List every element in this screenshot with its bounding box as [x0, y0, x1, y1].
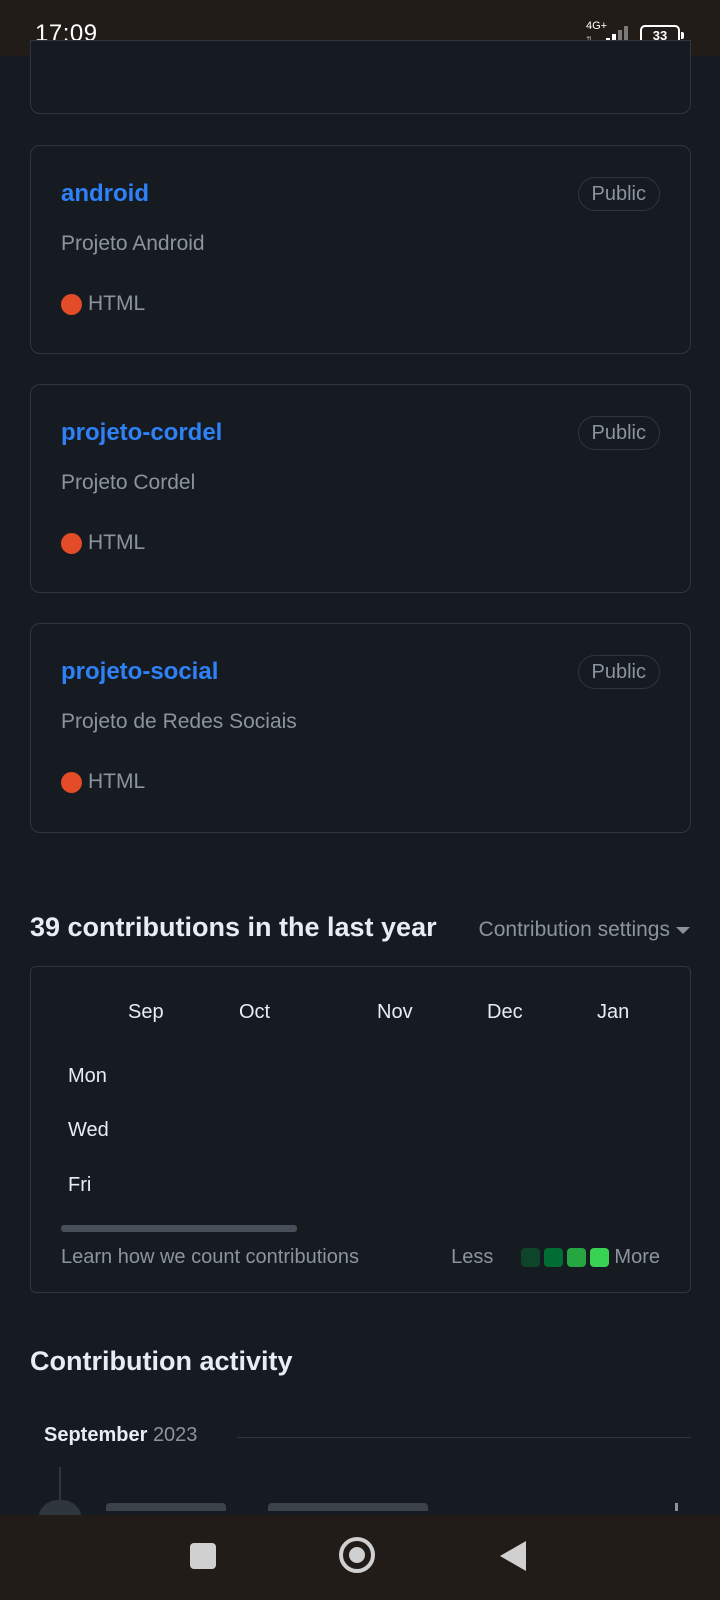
repo-language: HTML	[61, 292, 145, 316]
month-label: Jan	[597, 1001, 630, 1023]
contributions-heading: 39 contributions in the last year	[30, 912, 437, 942]
month-label: Nov	[377, 1001, 413, 1023]
recents-icon[interactable]	[190, 1543, 216, 1569]
day-label: Fri	[68, 1174, 92, 1196]
activity-year: 2023	[152, 1424, 198, 1446]
language-label: HTML	[88, 531, 146, 554]
contribution-graph[interactable]: Sep Oct Nov Dec Jan Mon Wed Fri Learn ho…	[30, 966, 691, 1293]
repo-card[interactable]: projeto-social Public Projeto de Redes S…	[30, 623, 691, 833]
language-color-dot	[61, 532, 82, 554]
visibility-badge: Public	[577, 177, 660, 211]
repo-card-partial[interactable]	[30, 40, 691, 114]
navigation-bar	[0, 1515, 720, 1600]
day-label: Mon	[68, 1065, 107, 1087]
legend-more-label: More	[614, 1246, 660, 1268]
activity-item-text-partial	[268, 1503, 428, 1511]
day-label: Wed	[68, 1119, 109, 1141]
home-icon[interactable]	[339, 1537, 375, 1573]
repo-language: HTML	[61, 531, 145, 555]
repo-card[interactable]: projeto-cordel Public Projeto Cordel HTM…	[30, 384, 691, 593]
month-label: Dec	[487, 1001, 523, 1023]
month-label: Sep	[128, 1001, 164, 1023]
language-color-dot	[61, 293, 82, 315]
repo-card[interactable]: android Public Projeto Android HTML	[30, 145, 691, 354]
kebab-menu-icon[interactable]	[675, 1503, 678, 1511]
month-label: Oct	[239, 1001, 271, 1023]
repo-name-link[interactable]: projeto-cordel	[61, 419, 222, 447]
legend-level-1	[521, 1248, 541, 1267]
learn-contributions-link[interactable]: Learn how we count contributions	[61, 1246, 359, 1269]
contribution-settings-dropdown[interactable]: Contribution settings	[479, 918, 690, 942]
graph-scrollbar[interactable]	[61, 1225, 297, 1232]
activity-month: September	[44, 1424, 148, 1446]
language-label: HTML	[88, 770, 146, 793]
legend-level-2	[544, 1248, 564, 1267]
activity-period: September 2023	[44, 1424, 197, 1447]
legend-level-4	[590, 1248, 610, 1267]
caret-down-icon	[676, 926, 690, 934]
repo-language: HTML	[61, 770, 145, 794]
activity-item-text-partial	[106, 1503, 226, 1511]
activity-heading: Contribution activity	[30, 1346, 293, 1376]
language-label: HTML	[88, 292, 146, 315]
language-color-dot	[61, 771, 82, 793]
period-divider	[237, 1437, 691, 1438]
legend-less-label: Less	[451, 1246, 494, 1268]
contribution-legend: Less More	[451, 1246, 660, 1269]
visibility-badge: Public	[577, 655, 660, 689]
contribution-settings-label: Contribution settings	[478, 918, 670, 941]
repo-name-link[interactable]: projeto-social	[61, 658, 218, 686]
legend-level-3	[567, 1248, 587, 1267]
back-icon[interactable]	[500, 1541, 526, 1571]
repo-description: Projeto de Redes Sociais	[61, 710, 297, 733]
visibility-badge: Public	[577, 416, 660, 450]
timeline-line	[59, 1467, 61, 1501]
repo-description: Projeto Cordel	[61, 471, 196, 494]
repo-name-link[interactable]: android	[61, 180, 149, 208]
repo-description: Projeto Android	[61, 232, 205, 255]
